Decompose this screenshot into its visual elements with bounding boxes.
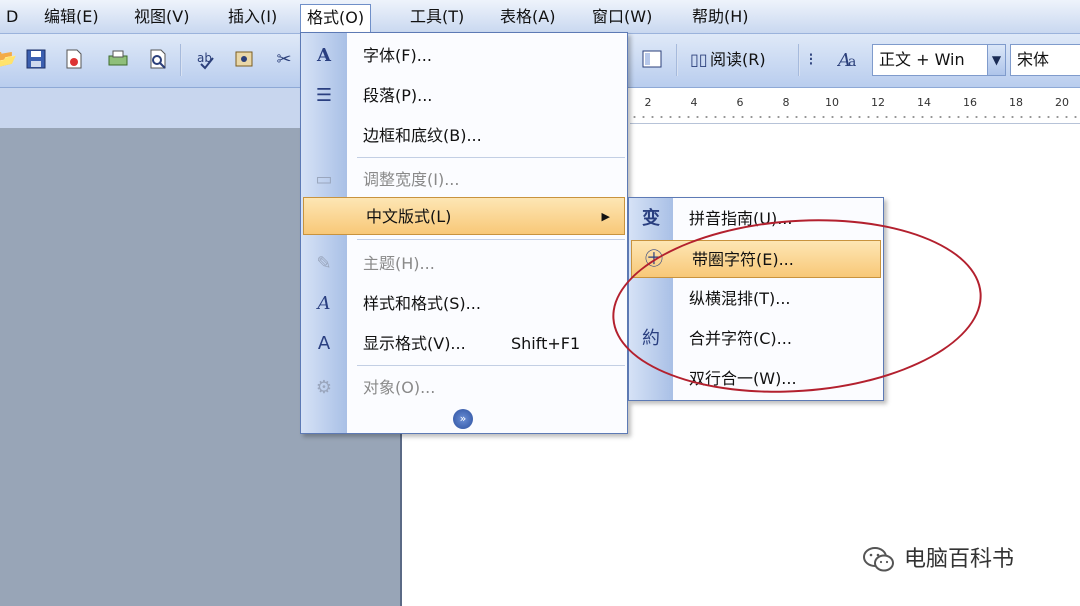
cut-icon[interactable]: ✂ bbox=[272, 48, 296, 72]
print-preview-icon[interactable] bbox=[146, 48, 170, 72]
menu-window[interactable]: 窗口(W) bbox=[586, 4, 658, 30]
menu-file[interactable]: D bbox=[0, 4, 24, 30]
ruler-tick: 2 bbox=[644, 96, 652, 109]
reading-mode-button[interactable]: ▯▯ 阅读(R) bbox=[690, 46, 766, 74]
research-icon[interactable] bbox=[232, 48, 256, 72]
menu-tools[interactable]: 工具(T) bbox=[404, 4, 470, 30]
styles-pane-icon[interactable]: Aa bbox=[836, 48, 860, 72]
save-icon[interactable] bbox=[24, 48, 48, 72]
font-combo[interactable]: 宋体 bbox=[1010, 44, 1080, 76]
open-folder-icon[interactable]: 📂 bbox=[0, 48, 18, 72]
format-menu-dropdown: A 字体(F)... ☰ 段落(P)... 边框和底纹(B)... ▭ 调整宽度… bbox=[300, 32, 628, 434]
submenu-arrow-icon: ▶ bbox=[601, 210, 610, 223]
menu-separator bbox=[357, 365, 625, 366]
menu-item-reveal-formatting[interactable]: A 显示格式(V)... Shift+F1 bbox=[301, 325, 627, 363]
wechat-icon bbox=[862, 546, 896, 574]
menu-help[interactable]: 帮助(H) bbox=[686, 4, 755, 30]
menu-table[interactable]: 表格(A) bbox=[494, 4, 561, 30]
font-icon: A bbox=[317, 45, 331, 66]
ruler-tick: 10 bbox=[825, 96, 839, 109]
theme-icon: ✎ bbox=[316, 253, 332, 274]
menu-item-font[interactable]: A 字体(F)... bbox=[301, 37, 627, 75]
fit-width-icon: ▭ bbox=[315, 169, 333, 190]
watermark-text: 电脑百科书 bbox=[904, 547, 1015, 572]
toolbar-separator bbox=[798, 44, 800, 76]
double-chevron-down-icon[interactable]: » bbox=[453, 409, 473, 429]
ruler-dots bbox=[630, 114, 1080, 120]
ruler-tick: 8 bbox=[782, 96, 790, 109]
phonetic-guide-icon: 变 bbox=[642, 208, 660, 229]
menu-format[interactable]: 格式(O) bbox=[300, 4, 372, 34]
reading-mode-label: 阅读(R) bbox=[710, 50, 766, 69]
styles-icon: A bbox=[317, 293, 331, 314]
svg-text:a: a bbox=[848, 54, 856, 70]
ruler-tick: 4 bbox=[690, 96, 698, 109]
menu-item-chinese-layout[interactable]: 中文版式(L) ▶ bbox=[303, 197, 625, 235]
menu-item-object[interactable]: ⚙ 对象(O)... bbox=[301, 369, 627, 407]
menu-bar: D 编辑(E) 视图(V) 插入(I) 格式(O) 工具(T) 表格(A) 窗口… bbox=[0, 0, 1080, 34]
chevron-down-icon[interactable]: ▼ bbox=[987, 45, 1005, 75]
menu-separator bbox=[357, 157, 625, 158]
style-combo-value: 正文 + Win bbox=[879, 50, 965, 69]
ruler-tick: 12 bbox=[871, 96, 885, 109]
object-icon: ⚙ bbox=[315, 377, 333, 398]
ruler-tick: 6 bbox=[736, 96, 744, 109]
book-icon: ▯▯ bbox=[690, 50, 708, 69]
menu-item-paragraph[interactable]: ☰ 段落(P)... bbox=[301, 77, 627, 115]
menu-separator bbox=[357, 239, 625, 240]
document-map-icon[interactable] bbox=[640, 48, 664, 72]
reveal-format-icon: A bbox=[317, 333, 331, 354]
watermark: 电脑百科书 bbox=[862, 540, 1014, 580]
font-combo-value: 宋体 bbox=[1017, 50, 1050, 69]
menu-item-theme[interactable]: ✎ 主题(H)... bbox=[301, 245, 627, 283]
spelling-icon[interactable]: ab bbox=[194, 48, 218, 72]
toolbar-separator bbox=[676, 44, 678, 76]
menu-view[interactable]: 视图(V) bbox=[128, 4, 195, 30]
toolbar-separator bbox=[180, 44, 182, 76]
menu-edit[interactable]: 编辑(E) bbox=[38, 4, 105, 30]
horizontal-ruler[interactable]: 2 4 6 8 10 12 14 16 18 20 bbox=[630, 92, 1080, 124]
menu-item-styles-formatting[interactable]: A 样式和格式(S)... bbox=[301, 285, 627, 323]
ruler-tick: 20 bbox=[1055, 96, 1069, 109]
style-combo[interactable]: 正文 + Win ▼ bbox=[872, 44, 1006, 76]
shortcut-label: Shift+F1 bbox=[511, 334, 581, 353]
paragraph-icon: ☰ bbox=[315, 85, 333, 106]
permission-icon[interactable] bbox=[62, 48, 86, 72]
menu-item-fit-width[interactable]: ▭ 调整宽度(I)... bbox=[301, 161, 627, 199]
print-icon[interactable] bbox=[106, 48, 130, 72]
menu-insert[interactable]: 插入(I) bbox=[222, 4, 283, 30]
toolbar-options-icon[interactable]: ⁝ bbox=[804, 48, 818, 72]
ruler-tick: 14 bbox=[917, 96, 931, 109]
ruler-tick: 18 bbox=[1009, 96, 1023, 109]
menu-item-borders-shading[interactable]: 边框和底纹(B)... bbox=[301, 117, 627, 155]
ruler-tick: 16 bbox=[963, 96, 977, 109]
